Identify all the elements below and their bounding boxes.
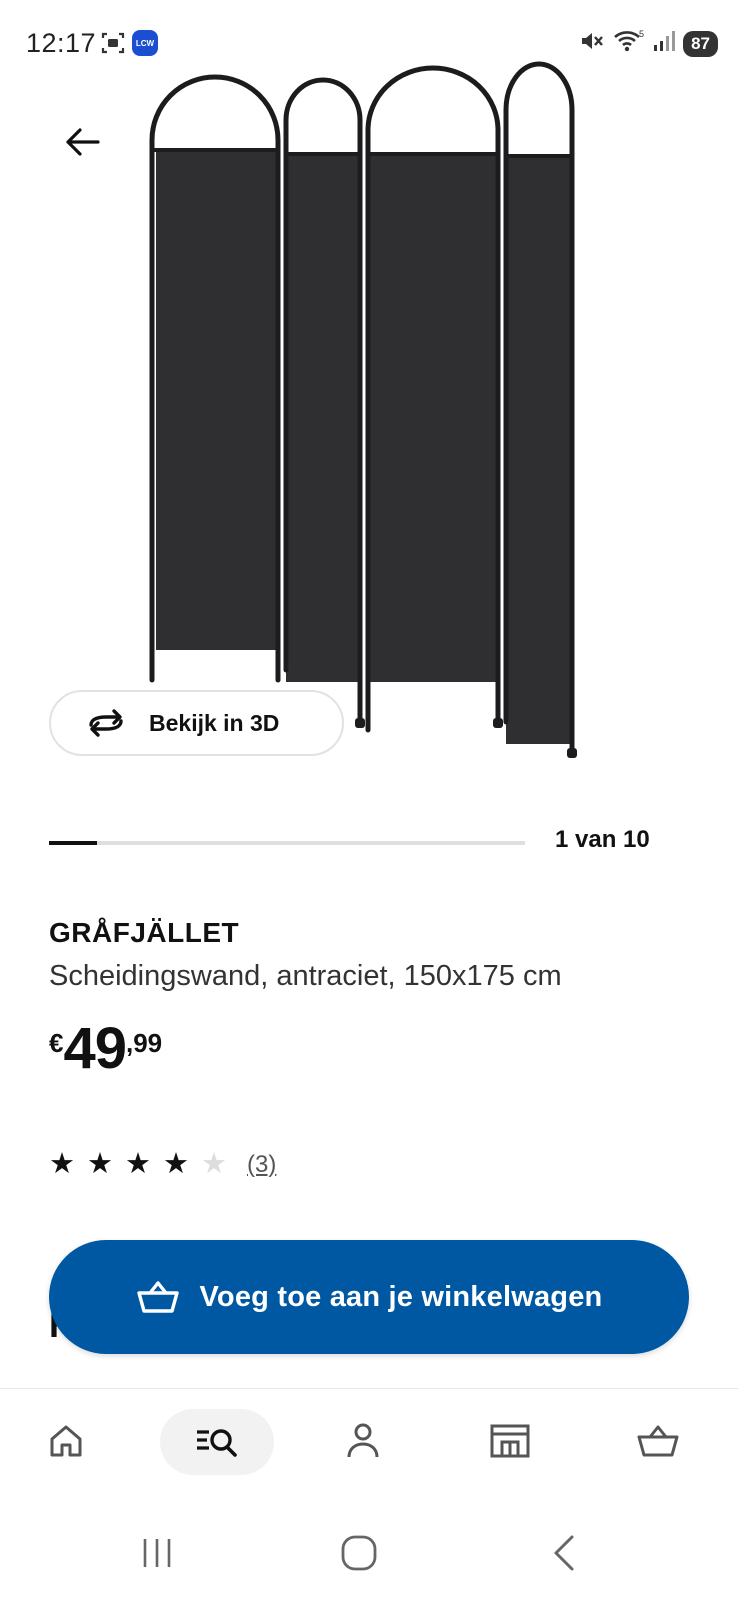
screenshot-icon: [100, 30, 126, 61]
recent-apps-button[interactable]: [132, 1528, 182, 1578]
app-notification-badge: LCW: [132, 30, 158, 56]
star-empty-icon: ★: [201, 1148, 227, 1180]
gallery-counter: 1 van 10: [555, 826, 650, 853]
view-3d-label: Bekijk in 3D: [149, 709, 280, 736]
search-list-icon: [197, 1429, 237, 1457]
rating-stars: ★ ★ ★ ★ ★: [49, 1150, 227, 1179]
price-integer: 49: [63, 1016, 127, 1081]
price-decimal: ,99: [125, 1028, 163, 1058]
mute-icon: [579, 29, 605, 58]
bottom-navigation: [0, 1388, 738, 1498]
battery-level: 87: [683, 30, 718, 57]
product-image[interactable]: [140, 60, 600, 770]
profile-icon: [347, 1423, 379, 1458]
add-to-cart-label: Voeg toe aan je winkelwagen: [199, 1280, 603, 1313]
gallery-progress: [49, 841, 525, 845]
view-3d-button[interactable]: Bekijk in 3D: [49, 690, 344, 756]
store-icon: [490, 1424, 530, 1458]
product-name: GRÅFJÄLLET: [49, 917, 240, 948]
status-time: 12:17: [26, 28, 97, 58]
rotate-3d-icon: [89, 709, 123, 737]
basket-icon: [637, 1425, 679, 1457]
star-filled-icon: ★: [163, 1148, 189, 1180]
nav-cart[interactable]: [628, 1411, 688, 1471]
arrow-left-icon: [66, 128, 100, 156]
system-navigation: [0, 1498, 738, 1600]
home-icon: [50, 1425, 82, 1457]
product-description: Scheidingswand, antraciet, 150x175 cm: [49, 960, 562, 992]
signal-icon: [653, 29, 676, 58]
wifi-label: 5: [639, 29, 644, 39]
basket-icon: [136, 1281, 179, 1313]
nav-store[interactable]: [480, 1411, 540, 1471]
gallery-progress-fill: [49, 841, 97, 845]
status-icons: 5 87: [579, 28, 718, 59]
system-back-button[interactable]: [540, 1528, 590, 1578]
review-count-link[interactable]: (3): [247, 1151, 276, 1179]
add-to-cart-button[interactable]: Voeg toe aan je winkelwagen: [49, 1240, 689, 1354]
star-filled-icon: ★: [49, 1148, 75, 1180]
home-system-button[interactable]: [334, 1528, 384, 1578]
back-chevron-icon: [554, 1535, 574, 1571]
home-circle-icon: [341, 1535, 377, 1571]
product-price: € 49 ,99: [49, 1018, 162, 1080]
nav-profile[interactable]: [333, 1411, 393, 1471]
rating[interactable]: ★ ★ ★ ★ ★ (3): [49, 1150, 276, 1179]
wifi-icon: 5: [613, 28, 645, 59]
star-filled-icon: ★: [125, 1148, 151, 1180]
back-button[interactable]: [58, 118, 106, 166]
star-filled-icon: ★: [87, 1148, 113, 1180]
nav-search[interactable]: [160, 1409, 274, 1475]
recent-apps-icon: [143, 1539, 171, 1567]
nav-home[interactable]: [36, 1411, 96, 1471]
price-currency: €: [49, 1028, 64, 1058]
